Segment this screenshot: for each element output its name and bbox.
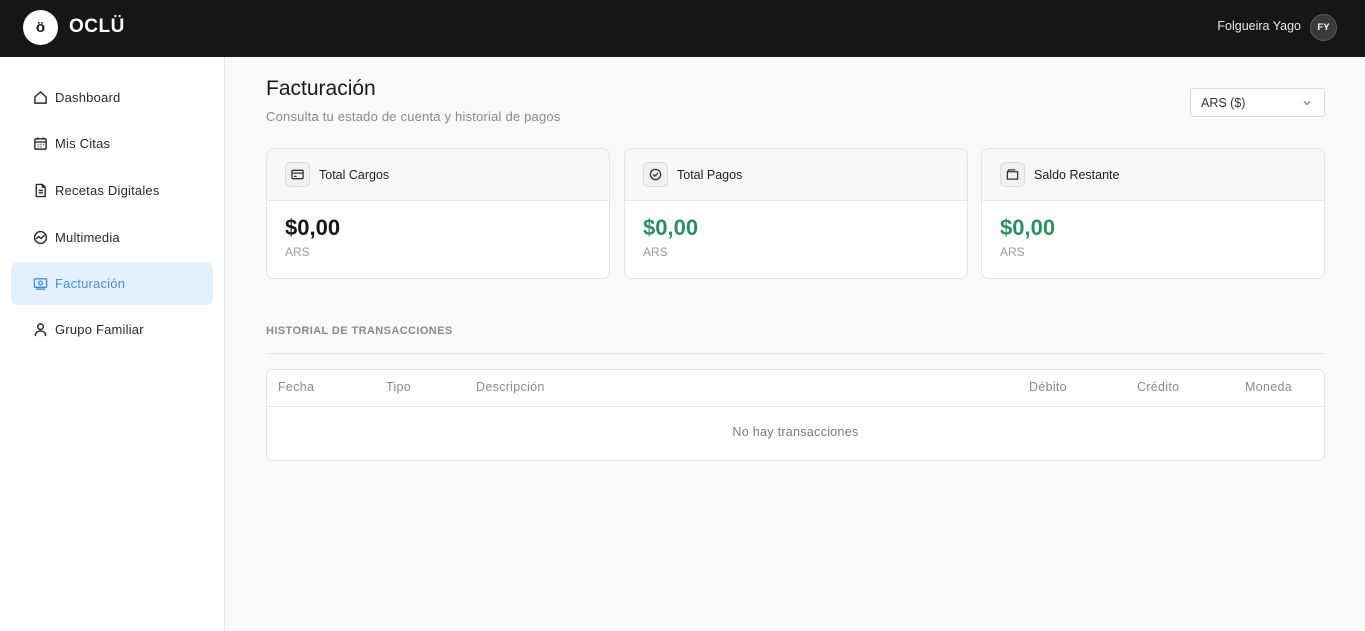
card-title: Total Pagos [677, 167, 743, 182]
column-header-tipo[interactable]: Tipo [386, 380, 411, 394]
sidebar-item-label: Facturación [55, 276, 126, 291]
document-icon [32, 183, 48, 199]
logo-icon[interactable]: ö [23, 10, 58, 45]
section-title: HISTORIAL DE TRANSACCIONES [266, 325, 453, 337]
sidebar-item-recetas-digitales[interactable]: Recetas Digitales [11, 169, 213, 212]
brand-name[interactable]: OCLÜ [69, 16, 125, 38]
currency-select-value: ARS ($) [1201, 95, 1246, 110]
sidebar-item-label: Multimedia [55, 230, 120, 245]
transactions-table: Fecha Tipo Descripción Débito Crédito Mo… [266, 369, 1325, 461]
card-amount: $0,00 [1000, 215, 1056, 240]
sidebar-item-mis-citas[interactable]: Mis Citas [11, 122, 213, 165]
top-bar: ö OCLÜ Folgueira Yago FY [0, 0, 1365, 57]
sidebar: Dashboard Mis Citas Recetas Digitales Mu… [0, 57, 225, 631]
card-saldo-restante: Saldo Restante $0,00 ARS [981, 148, 1325, 279]
divider [266, 353, 1325, 354]
column-header-credito[interactable]: Crédito [1137, 380, 1179, 394]
table-header: Fecha Tipo Descripción Débito Crédito Mo… [267, 370, 1324, 407]
card-amount: $0,00 [285, 215, 341, 240]
logo-letter: ö [35, 19, 46, 36]
sidebar-item-dashboard[interactable]: Dashboard [11, 76, 213, 119]
column-header-debito[interactable]: Débito [1029, 380, 1067, 394]
home-icon [32, 90, 48, 106]
card-header: Total Pagos [625, 149, 967, 201]
card-header: Total Cargos [267, 149, 609, 201]
page-title: Facturación [266, 77, 376, 100]
column-header-moneda[interactable]: Moneda [1245, 380, 1292, 394]
sidebar-item-label: Dashboard [55, 90, 121, 105]
card-total-cargos: Total Cargos $0,00 ARS [266, 148, 610, 279]
check-circle-icon [643, 162, 668, 187]
card-total-pagos: Total Pagos $0,00 ARS [624, 148, 968, 279]
card-currency: ARS [1000, 245, 1025, 259]
empty-state-text: No hay transacciones [732, 425, 859, 439]
card-currency: ARS [643, 245, 668, 259]
page-subtitle: Consulta tu estado de cuenta y historial… [266, 109, 561, 124]
card-title: Total Cargos [319, 167, 390, 182]
sidebar-item-multimedia[interactable]: Multimedia [11, 216, 213, 259]
wallet-icon [1000, 162, 1025, 187]
column-header-descripcion[interactable]: Descripción [476, 380, 545, 394]
sidebar-item-label: Grupo Familiar [55, 322, 144, 337]
sidebar-item-facturacion[interactable]: Facturación [11, 262, 213, 305]
credit-card-icon [285, 162, 310, 187]
calendar-icon [32, 136, 48, 152]
column-header-fecha[interactable]: Fecha [278, 380, 314, 394]
card-header: Saldo Restante [982, 149, 1324, 201]
sidebar-item-grupo-familiar[interactable]: Grupo Familiar [11, 308, 213, 351]
chevron-down-icon [1302, 97, 1312, 107]
billing-icon [32, 276, 48, 292]
card-amount: $0,00 [643, 215, 699, 240]
user-name[interactable]: Folgueira Yago [1217, 19, 1301, 33]
avatar[interactable]: FY [1310, 14, 1337, 41]
sidebar-item-label: Mis Citas [55, 136, 111, 151]
card-currency: ARS [285, 245, 310, 259]
user-icon [32, 322, 48, 338]
card-title: Saldo Restante [1034, 167, 1120, 182]
chart-circle-icon [32, 230, 48, 246]
currency-select[interactable]: ARS ($) [1190, 88, 1325, 117]
sidebar-item-label: Recetas Digitales [55, 183, 160, 198]
